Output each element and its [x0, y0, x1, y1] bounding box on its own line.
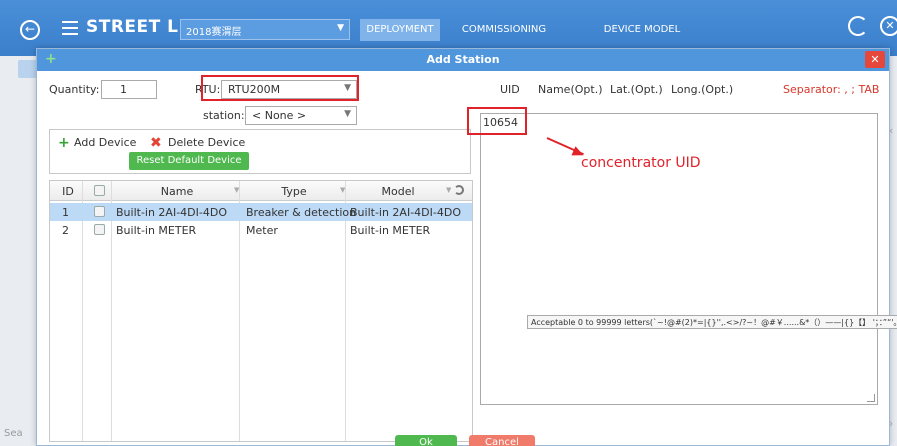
- quantity-label: Quantity:: [49, 83, 100, 96]
- sort-icon: ▼: [446, 186, 452, 194]
- name-column-label: Name(Opt.): [538, 83, 603, 96]
- separator-hint: Separator: , ; TAB: [783, 83, 880, 96]
- lat-column-label: Lat.(Opt.): [610, 83, 663, 96]
- refresh-icon[interactable]: [454, 185, 464, 195]
- project-select[interactable]: 2018赛渭层 ▼: [180, 19, 350, 40]
- row-id: 1: [62, 206, 69, 219]
- rtu-highlight-box: [201, 75, 359, 101]
- add-device-button[interactable]: Add Device: [74, 136, 136, 149]
- delete-device-button[interactable]: Delete Device: [168, 136, 245, 149]
- station-select[interactable]: < None > ▼: [245, 106, 357, 125]
- row-type: Breaker & detection: [246, 206, 357, 219]
- device-toolbar: + Add Device ✖ Delete Device Reset Defau…: [49, 129, 471, 174]
- row-name: Built-in 2AI-4DI-4DO: [116, 206, 227, 219]
- long-column-label: Long.(Opt.): [671, 83, 734, 96]
- device-grid: ID Name ▼ Type ▼ Model ▼ 1 Built-in 2AI-…: [49, 180, 473, 442]
- refresh-icon[interactable]: [848, 16, 868, 36]
- model-column-header[interactable]: Model: [350, 185, 446, 198]
- table-row[interactable]: 2 Built-in METER Meter Built-in METER: [50, 221, 472, 239]
- uid-column-label: UID: [500, 83, 520, 96]
- input-tooltip: Acceptable 0 to 99999 letters(`~!@#(2)*=…: [527, 315, 897, 329]
- quantity-value: 1: [120, 83, 127, 96]
- row-name: Built-in METER: [116, 224, 197, 237]
- tab-device-model[interactable]: DEVICE MODEL: [598, 19, 686, 41]
- uid-highlight-box: [467, 107, 527, 135]
- row-model: Built-in 2AI-4DI-4DO: [350, 206, 461, 219]
- background-search-text: Sea: [4, 428, 23, 439]
- dialog-title: Add Station: [426, 53, 500, 66]
- resize-handle[interactable]: [867, 394, 875, 402]
- dialog-close-button[interactable]: ✕: [865, 51, 885, 68]
- quantity-input[interactable]: 1: [101, 80, 157, 99]
- project-select-value: 2018赛渭层: [186, 27, 242, 38]
- tab-commissioning[interactable]: COMMISSIONING: [452, 19, 556, 41]
- cancel-button[interactable]: Cancel: [469, 435, 535, 446]
- annotation-text: concentrator UID: [581, 155, 701, 171]
- add-icon: +: [58, 135, 70, 151]
- add-station-dialog: + Add Station ✕ Quantity: 1 RTU: RTU200M…: [36, 48, 897, 446]
- dialog-header: + Add Station ✕: [37, 49, 889, 71]
- ok-button[interactable]: Ok: [395, 435, 457, 446]
- chevron-down-icon: ▼: [337, 23, 344, 33]
- table-row[interactable]: 1 Built-in 2AI-4DI-4DO Breaker & detecti…: [50, 203, 472, 221]
- reset-default-device-button[interactable]: Reset Default Device: [129, 152, 249, 170]
- row-checkbox[interactable]: [94, 224, 105, 235]
- back-icon[interactable]: ←: [20, 20, 40, 40]
- close-icon[interactable]: ✕: [880, 16, 897, 36]
- row-type: Meter: [246, 224, 278, 237]
- row-id: 2: [62, 224, 69, 237]
- chevron-down-icon: ▼: [344, 109, 351, 119]
- menu-icon[interactable]: [62, 21, 78, 35]
- tab-deployment[interactable]: DEPLOYMENT: [360, 19, 440, 41]
- station-label: station:: [203, 109, 245, 122]
- background-tab: [18, 60, 38, 78]
- row-model: Built-in METER: [350, 224, 431, 237]
- station-value: < None >: [252, 109, 307, 122]
- delete-icon: ✖: [150, 135, 162, 151]
- row-checkbox[interactable]: [94, 206, 105, 217]
